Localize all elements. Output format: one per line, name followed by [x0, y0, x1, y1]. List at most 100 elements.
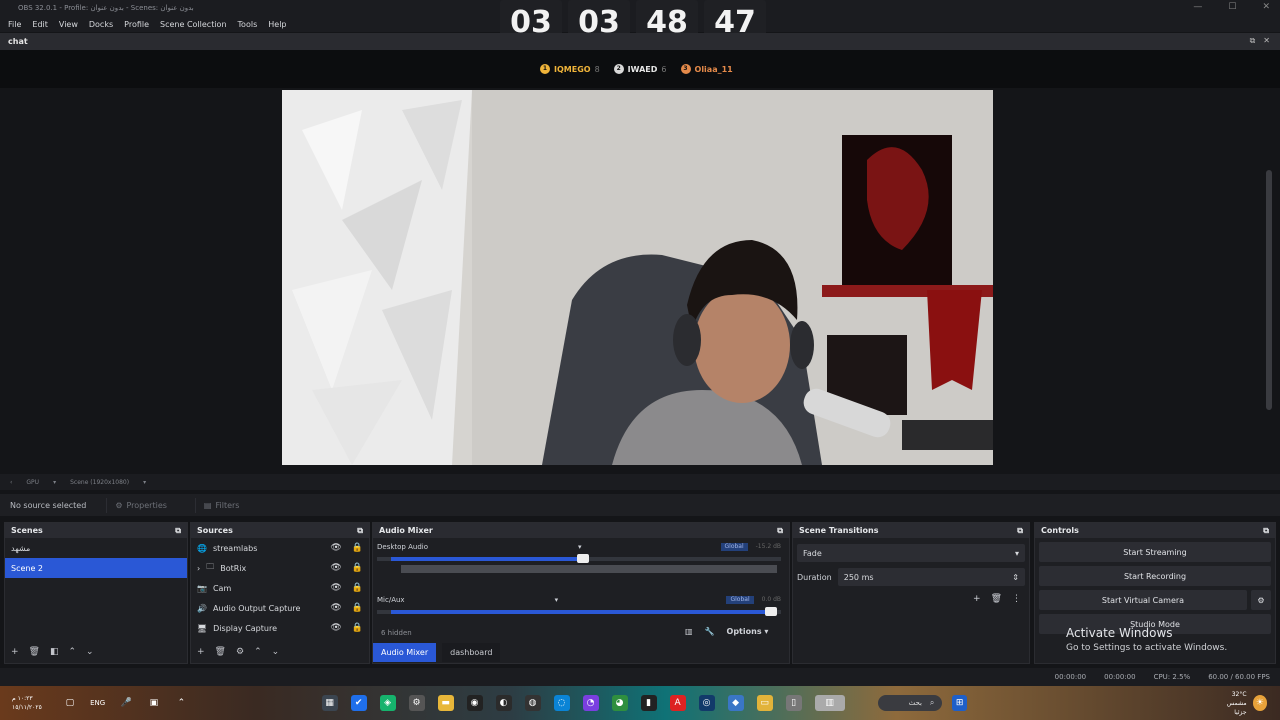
options-button[interactable]: Options ▾ [727, 627, 769, 636]
close-icon[interactable]: ✕ [1262, 2, 1270, 12]
tab-dashboard[interactable]: dashboard [442, 643, 501, 662]
menu-help[interactable]: Help [268, 20, 286, 29]
filter-icon[interactable]: ◧ [50, 647, 59, 657]
filters-button[interactable]: ▤ Filters [194, 497, 248, 513]
app-icon[interactable]: ▯ [785, 695, 802, 711]
chevron-down-icon[interactable]: ▾ [578, 543, 582, 551]
menu-view[interactable]: View [59, 20, 78, 29]
taskview-icon[interactable]: ▦ [321, 695, 338, 711]
scene-item[interactable]: مشهد [5, 538, 187, 558]
scene-item-selected[interactable]: Scene 2 [5, 558, 187, 578]
source-item[interactable]: 🔊 Audio Output Capture 👁 🔒 [191, 598, 369, 618]
taskbar-clock[interactable]: ١٠:٢٣ م ١٥/١١/٢٠٢٥ [12, 694, 63, 712]
add-icon[interactable]: + [11, 647, 19, 657]
close-icon[interactable]: ✕ [1263, 36, 1270, 46]
start-streaming-button[interactable]: Start Streaming [1039, 542, 1271, 562]
chevron-down-icon[interactable]: ▾ [555, 596, 559, 604]
lock-icon[interactable]: 🔒 [352, 563, 363, 573]
menu-edit[interactable]: Edit [32, 20, 48, 29]
undock-icon[interactable]: ⧉ [1017, 526, 1023, 536]
eye-icon[interactable]: 👁 [330, 583, 341, 593]
arrow-up-icon[interactable]: ⌃ [254, 647, 262, 657]
taskbar-search[interactable]: بحث ⌕ [877, 695, 943, 711]
volume-slider[interactable] [377, 554, 781, 563]
chevron-down-icon[interactable]: ▾ [143, 479, 146, 486]
eye-icon[interactable]: 👁 [330, 603, 341, 613]
preview-vertical-scrollbar[interactable] [1266, 170, 1272, 410]
explorer-icon[interactable]: ▭ [756, 695, 773, 711]
discord-icon[interactable]: ◔ [582, 695, 599, 711]
terminal-icon[interactable]: ▮ [640, 695, 657, 711]
undock-icon[interactable]: ⧉ [175, 526, 181, 536]
lock-icon[interactable]: 🔒 [352, 603, 363, 613]
arrow-up-icon[interactable]: ⌃ [69, 647, 77, 657]
undock-icon[interactable]: ⧉ [777, 526, 783, 536]
add-icon[interactable]: + [197, 647, 205, 657]
wrench-icon[interactable]: 🔧 [705, 627, 715, 636]
volume-slider[interactable] [377, 607, 781, 616]
lock-icon[interactable]: 🔒 [352, 543, 363, 553]
chrome-icon[interactable]: ◕ [611, 695, 628, 711]
check-icon[interactable]: ✔ [350, 695, 367, 711]
menu-file[interactable]: File [8, 20, 21, 29]
acrobat-icon[interactable]: A [669, 695, 686, 711]
notification-icon[interactable]: ▢ [63, 695, 77, 711]
edge-icon[interactable]: ◌ [553, 695, 570, 711]
transition-select[interactable]: Fade ▾ [797, 544, 1025, 562]
undock-icon[interactable]: ⧉ [1263, 526, 1269, 536]
language-indicator[interactable]: ENG [90, 699, 105, 707]
lock-icon[interactable]: 🔒 [352, 623, 363, 633]
mic-icon[interactable]: 🎤 [119, 695, 133, 711]
slider-handle[interactable] [577, 554, 589, 563]
settings-icon[interactable]: ⚙ [408, 695, 425, 711]
spinner-icon[interactable]: ⇕ [1012, 573, 1019, 582]
undock-icon[interactable]: ⧉ [1250, 36, 1256, 46]
obs-icon[interactable]: ◉ [466, 695, 483, 711]
app-icon[interactable]: ◈ [379, 695, 396, 711]
menu-docks[interactable]: Docks [89, 20, 113, 29]
layout-icon[interactable]: ▥ [685, 627, 693, 636]
lock-icon[interactable]: 🔒 [352, 583, 363, 593]
duration-input[interactable]: 250 ms ⇕ [837, 568, 1025, 586]
eye-icon[interactable]: 👁 [330, 563, 341, 573]
add-icon[interactable]: + [973, 594, 981, 604]
minimize-icon[interactable]: — [1193, 2, 1202, 12]
webcam-preview[interactable] [282, 90, 993, 465]
gear-icon[interactable]: ⚙ [1251, 590, 1271, 610]
expand-arrow-icon[interactable]: › [197, 564, 200, 573]
tab-audio-mixer[interactable]: Audio Mixer [373, 643, 437, 662]
slider-handle[interactable] [765, 607, 777, 616]
eye-icon[interactable]: 👁 [330, 543, 341, 553]
maximize-icon[interactable]: ☐ [1228, 2, 1236, 12]
menu-tools[interactable]: Tools [238, 20, 258, 29]
arrow-down-icon[interactable]: ⌄ [86, 647, 94, 657]
more-icon[interactable]: ⋮ [1012, 594, 1021, 604]
menu-profile[interactable]: Profile [124, 20, 149, 29]
properties-button[interactable]: ⚙ Properties [106, 497, 175, 513]
network-icon[interactable]: ▣ [147, 695, 161, 711]
folder-icon[interactable]: ▬ [437, 695, 454, 711]
arrow-down-icon[interactable]: ⌄ [272, 647, 280, 657]
chevron-down-icon[interactable]: ▾ [53, 479, 56, 486]
app-icon[interactable]: ◐ [495, 695, 512, 711]
app-icon[interactable]: ◆ [727, 695, 744, 711]
undock-icon[interactable]: ⧉ [357, 526, 363, 536]
source-item[interactable]: › 🗀 BotRix 👁 🔒 [191, 558, 369, 578]
source-item[interactable]: 📷 Cam 👁 🔒 [191, 578, 369, 598]
chevron-up-icon[interactable]: ⌃ [174, 695, 188, 711]
app-icon[interactable]: ▥ [814, 695, 845, 711]
start-virtual-camera-button[interactable]: Start Virtual Camera [1039, 590, 1247, 610]
source-item[interactable]: 🌐 streamlabs 👁 🔒 [191, 538, 369, 558]
eye-icon[interactable]: 👁 [330, 623, 341, 633]
trash-icon[interactable]: 🗑 [991, 594, 1002, 604]
windows-start-icon[interactable]: ⊞ [952, 695, 967, 711]
start-recording-button[interactable]: Start Recording [1039, 566, 1271, 586]
trash-icon[interactable]: 🗑 [29, 647, 40, 657]
app-icon[interactable]: ◍ [524, 695, 541, 711]
chevron-left-icon[interactable]: ‹ [10, 479, 12, 486]
menu-scene-collection[interactable]: Scene Collection [160, 20, 227, 29]
gear-icon[interactable]: ⚙ [236, 647, 244, 657]
steam-icon[interactable]: ◎ [698, 695, 715, 711]
trash-icon[interactable]: 🗑 [215, 647, 226, 657]
weather-widget[interactable]: 32°C مشمس جزئيا [1216, 690, 1247, 717]
